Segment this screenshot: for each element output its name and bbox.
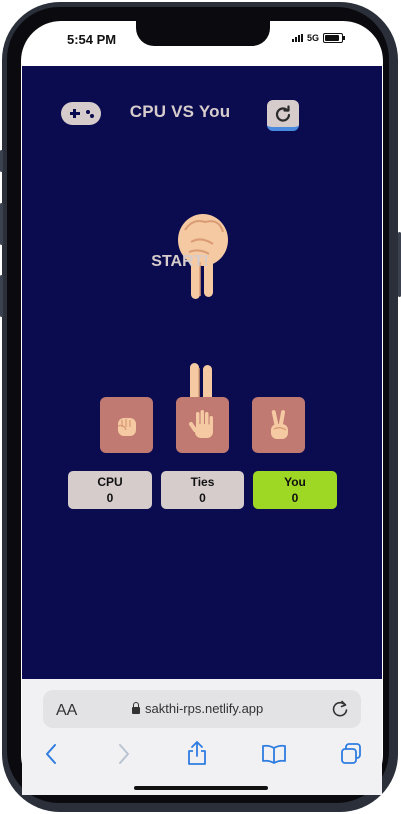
notch (136, 21, 270, 46)
paper-button[interactable] (176, 397, 229, 453)
you-score-card: You 0 (253, 471, 337, 509)
bookmarks-icon[interactable] (261, 743, 287, 765)
battery-icon (323, 33, 346, 43)
ties-score-value: 0 (199, 491, 206, 505)
network-label: 5G (307, 33, 320, 43)
open-hand-icon (188, 410, 213, 438)
fist-icon (117, 418, 136, 436)
volume-up-button (0, 203, 3, 245)
status-time: 5:54 PM (67, 32, 117, 47)
you-score-label: You (284, 475, 306, 489)
signal-icon (292, 34, 303, 42)
round-status: START! (151, 253, 209, 270)
peace-hand-icon (270, 410, 288, 439)
url-display[interactable]: sakthi-rps.netlify.app (132, 701, 263, 716)
status-indicators: 5G (292, 33, 346, 43)
cpu-score-label: CPU (97, 475, 123, 489)
ties-score-card: Ties 0 (161, 471, 244, 509)
lock-icon (132, 702, 140, 714)
share-icon[interactable] (186, 740, 208, 766)
refresh-icon[interactable] (330, 699, 350, 719)
back-icon[interactable] (44, 742, 60, 766)
rock-button[interactable] (100, 397, 153, 453)
cpu-score-value: 0 (106, 491, 114, 505)
gamepad-icon[interactable] (61, 102, 101, 125)
forward-icon[interactable] (115, 742, 131, 766)
mute-switch (0, 150, 3, 172)
scissors-button[interactable] (252, 397, 305, 453)
ties-score-label: Ties (190, 475, 215, 489)
reload-icon (275, 104, 291, 122)
page-title: CPU VS You (129, 102, 231, 121)
home-indicator (134, 786, 268, 790)
reload-button[interactable] (267, 100, 299, 131)
volume-down-button (0, 275, 3, 317)
you-score-value: 0 (291, 491, 299, 505)
url-text: sakthi-rps.netlify.app (145, 701, 264, 716)
text-size-button[interactable]: AA (56, 702, 77, 720)
cpu-score-card: CPU 0 (68, 471, 152, 509)
tabs-icon[interactable] (339, 742, 363, 766)
